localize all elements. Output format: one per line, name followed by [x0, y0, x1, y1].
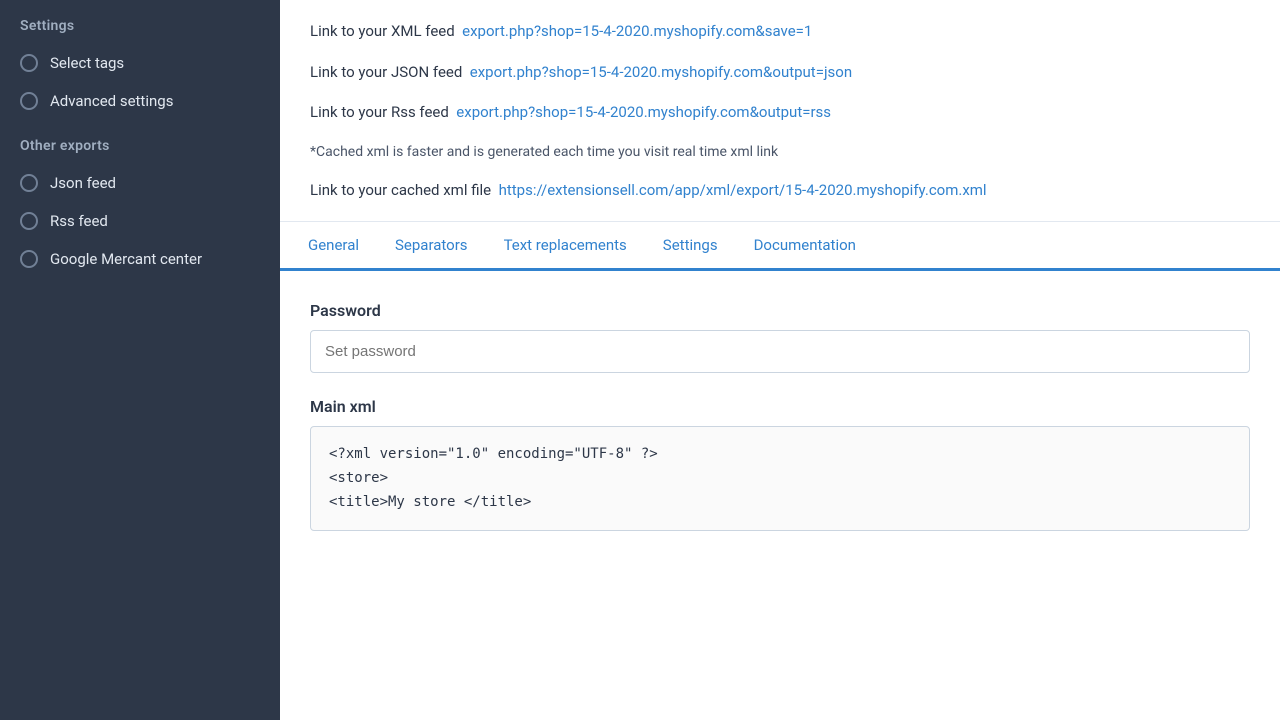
sidebar-radio-google-mercant-center [20, 250, 38, 268]
rss-feed-label: Link to your Rss feed [310, 103, 449, 121]
tab-text-replacements[interactable]: Text replacements [486, 222, 645, 271]
sidebar-item-rss-feed[interactable]: Rss feed [0, 202, 280, 240]
sidebar: Settings Select tags Advanced settings O… [0, 0, 280, 720]
xml-line-2: <store> [329, 467, 1231, 491]
cached-xml-label: Link to your cached xml file [310, 181, 491, 199]
tab-separators[interactable]: Separators [377, 222, 486, 271]
links-panel: Link to your XML feed export.php?shop=15… [280, 0, 1280, 222]
xml-feed-row: Link to your XML feed export.php?shop=15… [310, 20, 1250, 43]
rss-feed-row: Link to your Rss feed export.php?shop=15… [310, 101, 1250, 124]
sidebar-item-rss-feed-label: Rss feed [50, 212, 108, 230]
sidebar-item-advanced-settings-label: Advanced settings [50, 92, 173, 110]
sidebar-item-advanced-settings[interactable]: Advanced settings [0, 82, 280, 120]
settings-section-title: Settings [0, 0, 280, 44]
sidebar-item-google-mercant-center-label: Google Mercant center [50, 250, 202, 268]
xml-block: <?xml version="1.0" encoding="UTF-8" ?> … [310, 426, 1250, 531]
cached-xml-link[interactable]: https://extensionsell.com/app/xml/export… [499, 181, 987, 199]
xml-feed-link[interactable]: export.php?shop=15-4-2020.myshopify.com&… [462, 22, 812, 40]
tabs-bar: General Separators Text replacements Set… [280, 222, 1280, 271]
rss-feed-link[interactable]: export.php?shop=15-4-2020.myshopify.com&… [456, 103, 831, 121]
cached-xml-row: Link to your cached xml file https://ext… [310, 179, 1250, 202]
sidebar-radio-advanced-settings [20, 92, 38, 110]
password-label: Password [310, 301, 1250, 320]
sidebar-item-json-feed[interactable]: Json feed [0, 164, 280, 202]
json-feed-row: Link to your JSON feed export.php?shop=1… [310, 61, 1250, 84]
sidebar-item-json-feed-label: Json feed [50, 174, 116, 192]
sidebar-radio-json-feed [20, 174, 38, 192]
main-xml-label: Main xml [310, 397, 1250, 416]
tab-general[interactable]: General [290, 222, 377, 271]
tab-settings[interactable]: Settings [645, 222, 736, 271]
main-content: Link to your XML feed export.php?shop=15… [280, 0, 1280, 720]
settings-panel: Password Main xml <?xml version="1.0" en… [280, 271, 1280, 720]
xml-line-3: <title>My store </title> [329, 491, 1231, 515]
password-input[interactable] [310, 330, 1250, 373]
xml-feed-label: Link to your XML feed [310, 22, 455, 40]
cached-note: *Cached xml is faster and is generated e… [310, 142, 1250, 163]
json-feed-label: Link to your JSON feed [310, 63, 462, 81]
tab-documentation[interactable]: Documentation [736, 222, 874, 271]
sidebar-item-select-tags-label: Select tags [50, 54, 124, 72]
other-exports-section-title: Other exports [0, 120, 280, 164]
xml-line-1: <?xml version="1.0" encoding="UTF-8" ?> [329, 443, 1231, 467]
sidebar-item-select-tags[interactable]: Select tags [0, 44, 280, 82]
sidebar-item-google-mercant-center[interactable]: Google Mercant center [0, 240, 280, 278]
sidebar-radio-select-tags [20, 54, 38, 72]
sidebar-radio-rss-feed [20, 212, 38, 230]
json-feed-link[interactable]: export.php?shop=15-4-2020.myshopify.com&… [470, 63, 852, 81]
